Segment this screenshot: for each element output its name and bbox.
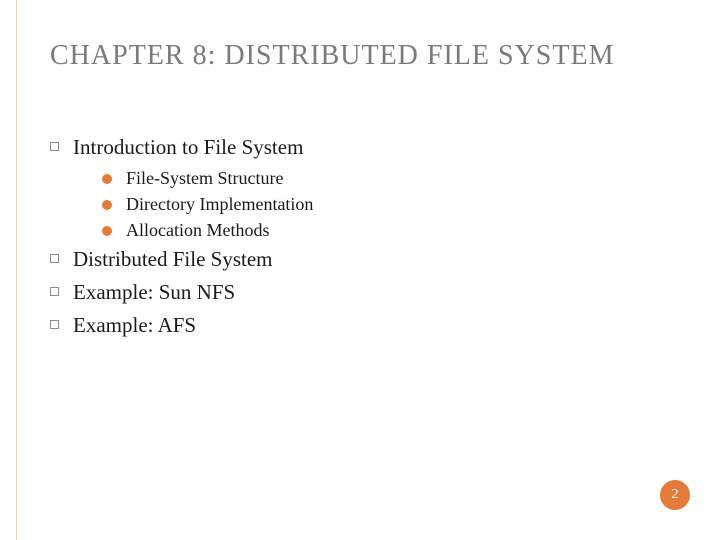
list-item: Introduction to File System: [50, 135, 680, 160]
square-bullet-icon: [50, 287, 59, 296]
square-bullet-icon: [50, 254, 59, 263]
square-bullet-icon: [50, 320, 59, 329]
list-item-label: File-System Structure: [126, 168, 283, 189]
dot-bullet-icon: [102, 226, 112, 236]
list-item: Distributed File System: [50, 247, 680, 272]
list-item-label: Directory Implementation: [126, 194, 313, 215]
list-item: Example: AFS: [50, 313, 680, 338]
page-number-badge: 2: [660, 480, 690, 510]
list-item-label: Introduction to File System: [73, 135, 303, 160]
dot-bullet-icon: [102, 174, 112, 184]
vertical-rule: [16, 0, 17, 540]
list-item-label: Example: AFS: [73, 313, 196, 338]
list-item-label: Allocation Methods: [126, 220, 269, 241]
square-bullet-icon: [50, 142, 59, 151]
list-item: Allocation Methods: [102, 220, 680, 241]
slide-title: CHAPTER 8: DISTRIBUTED FILE SYSTEM: [50, 38, 680, 73]
list-item: File-System Structure: [102, 168, 680, 189]
list-item: Directory Implementation: [102, 194, 680, 215]
list-item: Example: Sun NFS: [50, 280, 680, 305]
sub-list: File-System Structure Directory Implemen…: [102, 168, 680, 241]
list-item-label: Example: Sun NFS: [73, 280, 235, 305]
dot-bullet-icon: [102, 200, 112, 210]
page-number: 2: [672, 487, 679, 503]
outline-content: Introduction to File System File-System …: [50, 135, 680, 346]
list-item-label: Distributed File System: [73, 247, 273, 272]
